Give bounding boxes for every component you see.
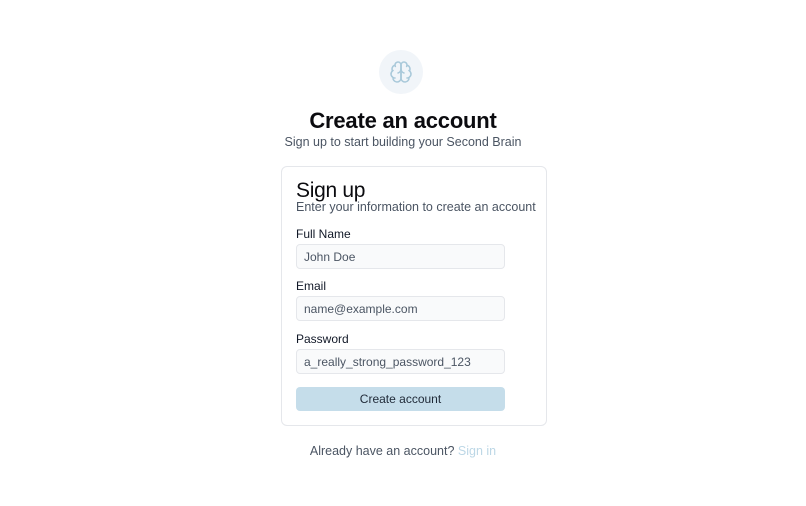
email-placeholder: name@example.com [304, 302, 418, 316]
signin-link[interactable]: Sign in [458, 444, 496, 458]
full-name-input[interactable]: John Doe [296, 244, 505, 269]
page-title: Create an account [309, 108, 497, 133]
signin-prompt-text: Already have an account? [309, 444, 455, 458]
card-description: Enter your information to create an acco… [296, 200, 536, 214]
signup-card: Sign up Enter your information to create… [281, 166, 547, 426]
password-input[interactable]: a_really_strong_password_123 [296, 349, 505, 374]
email-label: Email [296, 279, 327, 293]
full-name-label: Full Name [296, 227, 351, 241]
brain-icon [389, 60, 413, 84]
email-input[interactable]: name@example.com [296, 296, 505, 321]
password-label: Password [296, 332, 349, 346]
page-subtitle: Sign up to start building your Second Br… [284, 135, 522, 149]
create-account-button[interactable]: Create account [296, 387, 505, 411]
full-name-placeholder: John Doe [304, 250, 356, 264]
signin-prompt: Already have an account? Sign in [0, 444, 806, 458]
password-value: a_really_strong_password_123 [304, 355, 471, 369]
signup-page: Create an account Sign up to start build… [0, 0, 806, 506]
logo-badge [379, 50, 423, 94]
